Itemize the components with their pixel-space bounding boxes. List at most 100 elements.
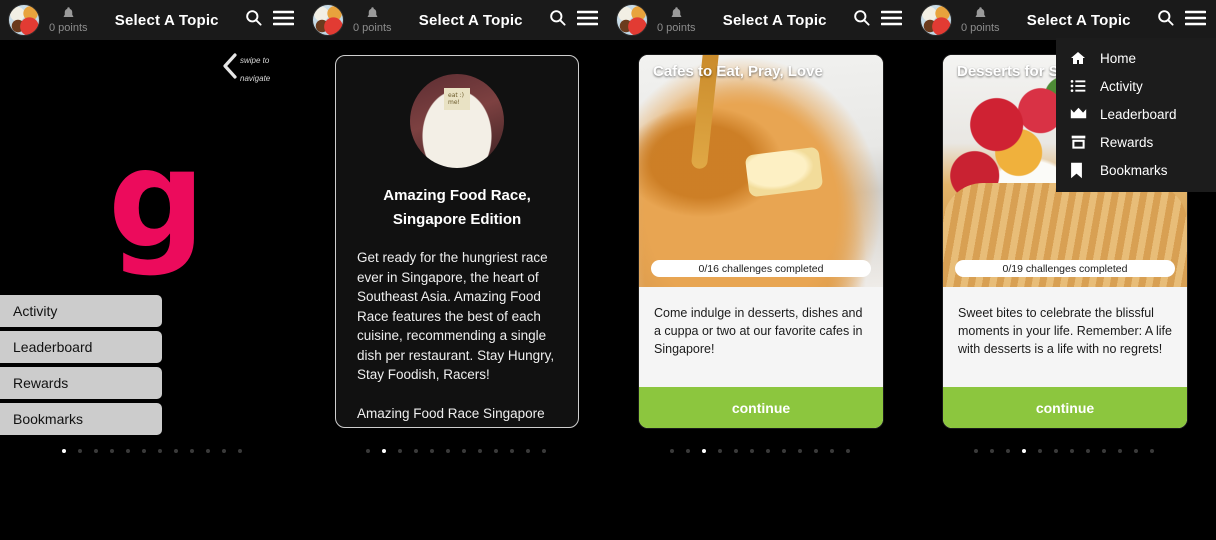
hamburger-menu-icon[interactable] (272, 10, 295, 31)
carousel-dot[interactable] (206, 449, 210, 453)
menu-item-rewards[interactable]: Rewards (1056, 128, 1216, 156)
side-menu-item-rewards[interactable]: Rewards (0, 367, 162, 399)
search-icon[interactable] (244, 8, 263, 32)
brand-logo: g (108, 121, 206, 279)
carousel-dot[interactable] (766, 449, 770, 453)
panel-topic-detail: 0 points Select A Topic eat :) me! Amazi… (304, 0, 608, 540)
side-menu-label: Bookmarks (13, 411, 84, 427)
notifications-bell[interactable]: 0 points (353, 6, 392, 34)
carousel-dot[interactable] (702, 449, 706, 453)
topic-card-cafes[interactable]: Cafes to Eat, Pray, Love 0/16 challenges… (639, 55, 883, 428)
notifications-bell[interactable]: 0 points (961, 6, 1000, 34)
carousel-dot[interactable] (798, 449, 802, 453)
side-menu-item-bookmarks[interactable]: Bookmarks (0, 403, 162, 435)
carousel-dot[interactable] (1118, 449, 1122, 453)
hamburger-menu-icon[interactable] (576, 10, 599, 31)
carousel-dot[interactable] (478, 449, 482, 453)
carousel-dot[interactable] (510, 449, 514, 453)
carousel-dot[interactable] (462, 449, 466, 453)
carousel-dot[interactable] (414, 449, 418, 453)
menu-item-label: Leaderboard (1100, 106, 1177, 122)
search-icon[interactable] (548, 8, 567, 32)
carousel-dot[interactable] (174, 449, 178, 453)
food-avatar-icon[interactable] (920, 4, 952, 36)
carousel-dot[interactable] (814, 449, 818, 453)
carousel-dot[interactable] (494, 449, 498, 453)
carousel-dot[interactable] (526, 449, 530, 453)
carousel-dots[interactable] (0, 449, 304, 453)
bell-icon (61, 6, 76, 21)
side-menu-item-activity[interactable]: Activity (0, 295, 162, 327)
carousel-dot[interactable] (782, 449, 786, 453)
carousel-dot[interactable] (1070, 449, 1074, 453)
carousel-dots[interactable] (912, 449, 1216, 453)
carousel-dot[interactable] (990, 449, 994, 453)
carousel-dot[interactable] (750, 449, 754, 453)
carousel-dot[interactable] (670, 449, 674, 453)
continue-button[interactable]: continue (943, 387, 1187, 428)
carousel-dot[interactable] (446, 449, 450, 453)
carousel-dot[interactable] (142, 449, 146, 453)
carousel-dot[interactable] (1022, 449, 1026, 453)
carousel-dot[interactable] (1102, 449, 1106, 453)
food-avatar-icon[interactable] (8, 4, 40, 36)
carousel-dot[interactable] (366, 449, 370, 453)
carousel-dot[interactable] (1150, 449, 1154, 453)
notifications-bell[interactable]: 0 points (49, 6, 88, 34)
page-title: Select A Topic (722, 11, 827, 29)
hamburger-menu-icon[interactable] (880, 10, 903, 31)
menu-item-label: Bookmarks (1100, 162, 1168, 178)
nav-dropdown-menu: Home Activity Leaderboard Rewards Bookma… (1056, 38, 1216, 192)
carousel-dot[interactable] (1086, 449, 1090, 453)
carousel-dot[interactable] (78, 449, 82, 453)
panel-home: 0 points Select A Topic swipe to navigat… (0, 0, 304, 540)
carousel-dot[interactable] (398, 449, 402, 453)
menu-item-leaderboard[interactable]: Leaderboard (1056, 100, 1216, 128)
menu-item-home[interactable]: Home (1056, 44, 1216, 72)
carousel-dot[interactable] (1054, 449, 1058, 453)
hamburger-menu-icon[interactable] (1184, 10, 1207, 31)
carousel-dot[interactable] (190, 449, 194, 453)
food-avatar-icon[interactable] (312, 4, 344, 36)
carousel-dot[interactable] (734, 449, 738, 453)
carousel-dot[interactable] (126, 449, 130, 453)
carousel-dot[interactable] (222, 449, 226, 453)
carousel-dot[interactable] (110, 449, 114, 453)
food-avatar-icon[interactable] (616, 4, 648, 36)
carousel-dot[interactable] (1134, 449, 1138, 453)
carousel-dot[interactable] (382, 449, 386, 453)
menu-item-activity[interactable]: Activity (1056, 72, 1216, 100)
search-icon[interactable] (1156, 8, 1175, 32)
carousel-dot[interactable] (542, 449, 546, 453)
carousel-dots[interactable] (608, 449, 912, 453)
carousel-dot[interactable] (430, 449, 434, 453)
list-icon (1070, 78, 1090, 94)
swipe-hint: swipe to navigate (222, 50, 270, 86)
menu-item-bookmarks[interactable]: Bookmarks (1056, 156, 1216, 184)
carousel-dot[interactable] (974, 449, 978, 453)
carousel-dot[interactable] (238, 449, 242, 453)
carousel-dot[interactable] (830, 449, 834, 453)
carousel-dots[interactable] (304, 449, 608, 453)
carousel-dot[interactable] (94, 449, 98, 453)
header-actions (852, 8, 903, 32)
topic-description-card[interactable]: eat :) me! Amazing Food Race, Singapore … (335, 55, 579, 428)
points-label: 0 points (961, 22, 1000, 34)
carousel-dot[interactable] (686, 449, 690, 453)
store-icon (1070, 135, 1090, 150)
carousel-dot[interactable] (1006, 449, 1010, 453)
carousel-dot[interactable] (718, 449, 722, 453)
notifications-bell[interactable]: 0 points (657, 6, 696, 34)
carousel-dot[interactable] (158, 449, 162, 453)
pancake-syrup-photo: Cafes to Eat, Pray, Love 0/16 challenges… (639, 55, 883, 287)
card-title-line1: Amazing Food Race, (383, 187, 531, 204)
carousel-dot[interactable] (846, 449, 850, 453)
panel-cafes-topic: 0 points Select A Topic Cafes to Eat, Pr… (608, 0, 912, 540)
search-icon[interactable] (852, 8, 871, 32)
side-menu-item-leaderboard[interactable]: Leaderboard (0, 331, 162, 363)
carousel-dot[interactable] (1038, 449, 1042, 453)
swipe-hint-line2: navigate (240, 74, 271, 83)
carousel-dot[interactable] (62, 449, 66, 453)
continue-button[interactable]: continue (639, 387, 883, 428)
page-title: Select A Topic (114, 11, 219, 29)
